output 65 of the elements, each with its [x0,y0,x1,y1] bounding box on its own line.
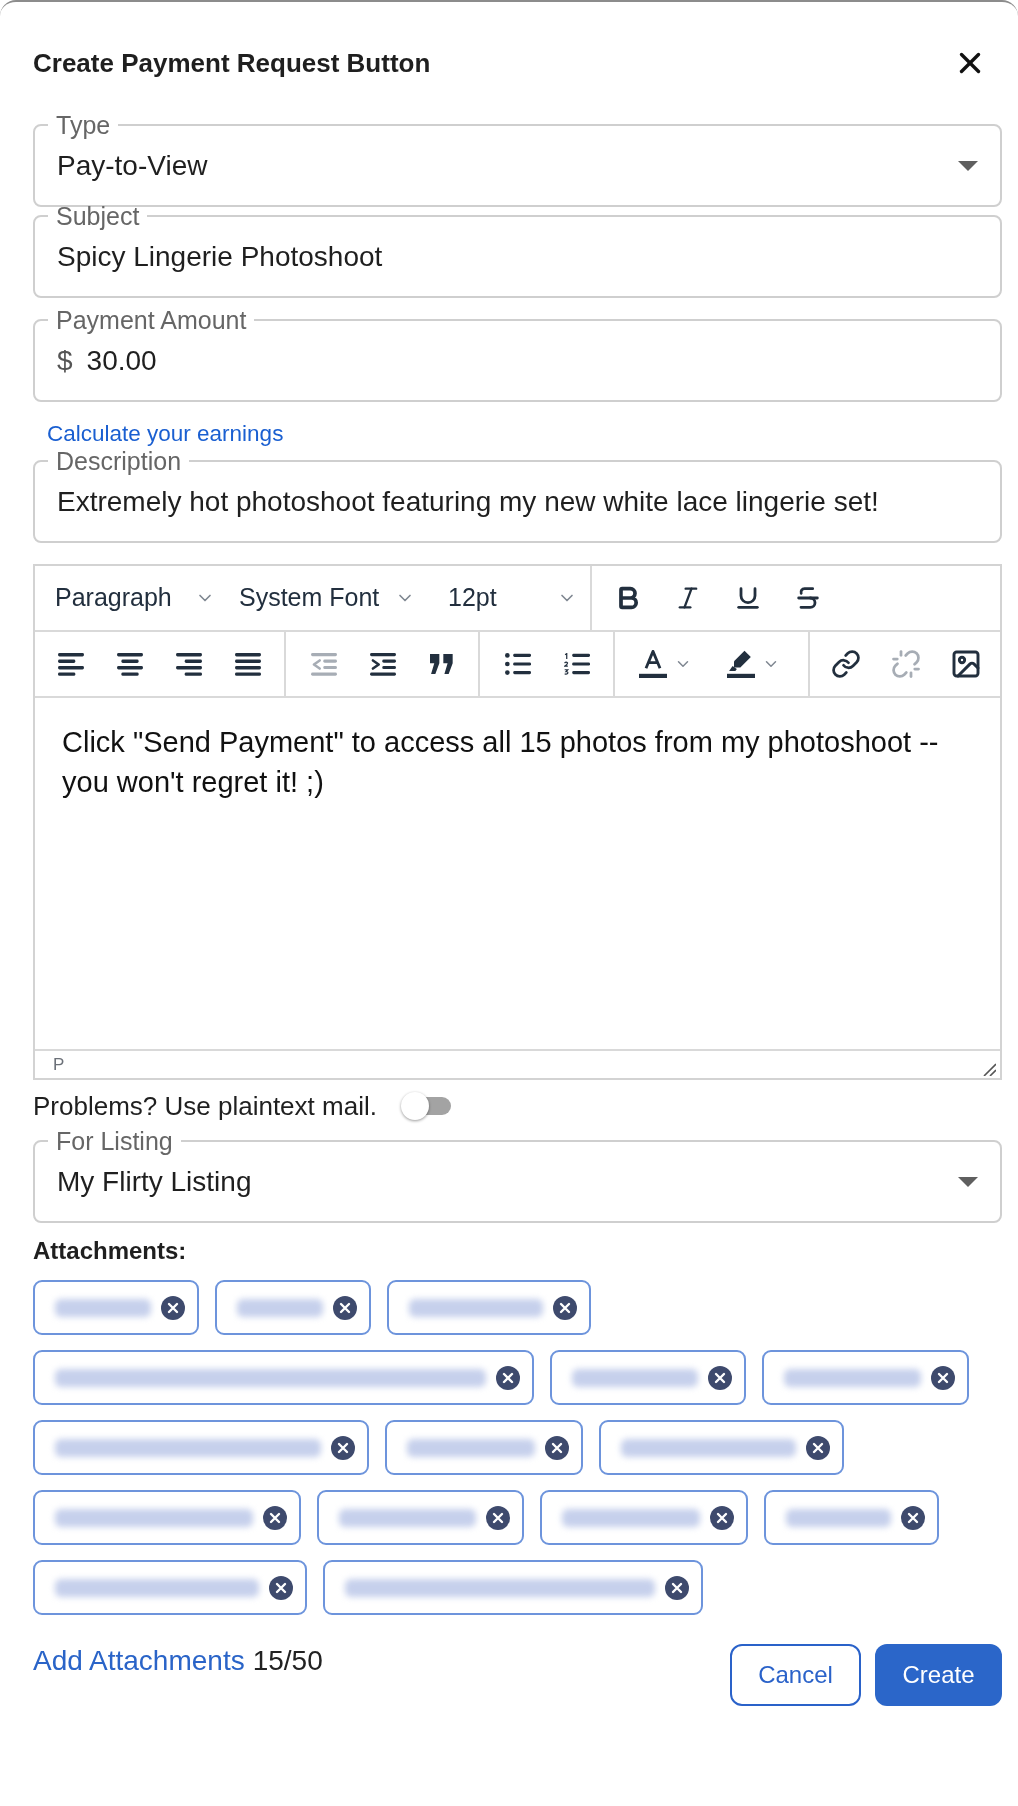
field-label: Subject [55,204,141,228]
remove-icon[interactable] [263,1505,287,1530]
field-value: Spicy Lingerie Photoshoot [57,241,384,273]
remove-icon[interactable] [269,1575,293,1600]
plaintext-toggle[interactable] [400,1092,453,1120]
select-field[interactable]: Type Pay-to-View [33,113,1002,207]
link-icon [831,649,861,679]
currency-symbol: $ [57,345,73,377]
field-label: Description [55,449,183,473]
field-value: 30.00 [86,345,158,377]
remove-icon[interactable] [161,1295,185,1320]
remove-icon[interactable] [496,1365,520,1390]
remove-icon[interactable] [665,1575,689,1600]
field-label: Payment Amount [55,308,248,332]
remove-icon[interactable] [553,1295,577,1320]
remove-icon[interactable] [708,1365,732,1390]
dropdown-arrow-icon [958,1177,978,1187]
remove-icon[interactable] [486,1505,510,1530]
indent-icon [370,652,396,676]
underline-icon [734,584,762,612]
create-button[interactable]: Create [875,1644,1002,1706]
element-path[interactable]: P [53,1054,65,1075]
text-color-icon [639,650,667,678]
attachment-count: 15/50 [252,1644,323,1678]
font-family-dropdown[interactable]: System Font [229,574,425,622]
earnings-link[interactable]: Calculate your earnings [47,421,284,447]
align-right-icon [176,652,202,676]
outdent-icon [311,652,337,676]
align-center-icon [117,652,143,676]
quote-icon [430,654,454,674]
numbered-list-icon [564,653,590,675]
cancel-button[interactable]: Cancel [730,1644,861,1706]
remove-icon[interactable] [931,1365,955,1390]
remove-icon[interactable] [710,1505,734,1530]
field-value: Pay-to-View [57,150,209,182]
image-icon [950,648,982,680]
align-left-icon [58,652,84,676]
remove-icon[interactable] [901,1505,925,1530]
text-field[interactable]: Description Extremely hot photoshoot featuring my new white lace lingerie set! [33,449,1002,543]
select-field[interactable]: For Listing My Flirty Listing [33,1129,1002,1223]
highlighter-icon [727,650,755,678]
remove-icon[interactable] [333,1295,357,1320]
text-field[interactable]: Subject Spicy Lingerie Photoshoot [33,204,1002,298]
remove-icon[interactable] [806,1435,830,1460]
block-format-dropdown[interactable]: Paragraph [45,574,225,622]
amount-field[interactable]: Payment Amount $ 30.00 [33,308,1002,402]
plaintext-label: Problems? Use plaintext mail. [33,1091,377,1121]
bullet-list-icon [505,653,531,675]
remove-icon[interactable] [545,1435,569,1460]
justify-icon [235,652,261,676]
font-size-dropdown[interactable]: 12pt [429,574,587,622]
field-value: My Flirty Listing [57,1166,253,1198]
editor-text-area[interactable]: Click "Send Payment" to access all 15 photos from my photoshoot -- you won't regret it! ;) [35,698,1000,1049]
field-label: For Listing [55,1129,174,1153]
field-label: Type [55,113,112,137]
broken-link-icon [891,649,921,679]
dialog-title: Create Payment Request Button [33,47,431,79]
strikethrough-icon [794,584,822,612]
dropdown-arrow-icon [958,161,978,171]
attachments-label: Attachments: [33,1236,188,1266]
field-value: Extremely hot photoshoot featuring my new white lace lingerie set! [57,486,880,518]
add-attachments-link[interactable]: Add Attachments [33,1644,245,1678]
resize-handle-icon [983,1063,996,1076]
remove-icon[interactable] [331,1435,355,1460]
editor-paragraph: Click "Send Payment" to access all 15 photos from my photoshoot -- you won't regret it! ;) [62,725,940,800]
